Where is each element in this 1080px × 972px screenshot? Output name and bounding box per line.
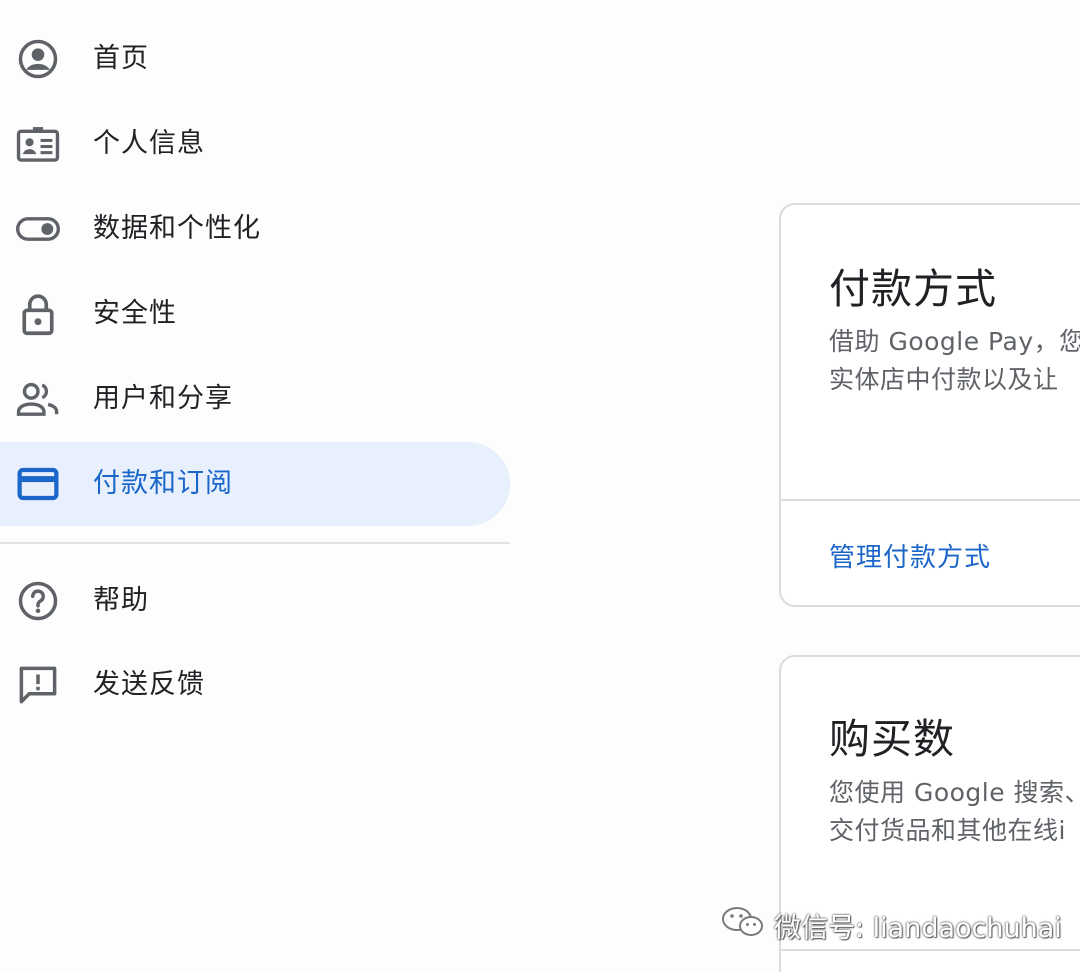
google-account-page: 首页 个人信息 数据和个性化 安全性 用户和分享 付款和订阅 帮助 发送反馈 付… [0,0,1080,972]
sidebar-item-data-personalization[interactable]: 数据和个性化 [0,187,510,271]
account-circle-icon [16,38,60,80]
sidebar-item-label: 首页 [93,43,149,74]
manage-payment-methods-link[interactable]: 管理付款方式 [829,537,991,574]
sidebar-divider [0,542,510,544]
help-circle-icon [16,580,60,622]
sidebar-item-help[interactable]: 帮助 [0,559,510,643]
credit-card-icon [16,463,60,505]
wechat-watermark: 微信号: liandaochuhai [720,903,1062,947]
sidebar-item-payments-subscriptions[interactable]: 付款和订阅 [0,442,510,526]
card-divider [781,949,1080,951]
card-description-line: 借助 Google Pay，您 [829,327,1080,356]
sidebar-item-label: 安全性 [93,298,177,329]
card-title: 购买数 [829,715,955,763]
id-card-icon [16,123,60,165]
sidebar-item-security[interactable]: 安全性 [0,272,510,356]
card-description-line: 交付货品和其他在线i [829,816,1066,845]
sidebar-item-home[interactable]: 首页 [0,17,510,101]
wechat-icon [720,904,766,947]
card-title: 付款方式 [829,265,997,313]
sidebar-item-label: 用户和分享 [93,383,233,414]
sidebar-item-personal-info[interactable]: 个人信息 [0,102,510,186]
card-description-line: 您使用 Google 搜索、 [829,778,1080,807]
feedback-icon [16,664,60,706]
sidebar-item-label: 数据和个性化 [93,213,261,244]
sidebar-item-label: 帮助 [93,585,149,616]
sidebar-item-label: 发送反馈 [93,669,205,700]
people-icon [16,378,60,420]
watermark-text: 微信号: liandaochuhai [774,912,1062,944]
card-description-line: 实体店中付款以及让 [829,365,1059,394]
sidebar-item-label: 个人信息 [93,128,205,159]
card-divider [781,499,1080,501]
sidebar-item-label: 付款和订阅 [93,468,233,499]
toggle-icon [16,208,60,250]
payment-methods-card: 付款方式 借助 Google Pay，您 实体店中付款以及让 管理付款方式 [779,203,1080,607]
sidebar-item-people-sharing[interactable]: 用户和分享 [0,357,510,441]
sidebar-item-send-feedback[interactable]: 发送反馈 [0,643,510,727]
lock-icon [16,293,60,336]
